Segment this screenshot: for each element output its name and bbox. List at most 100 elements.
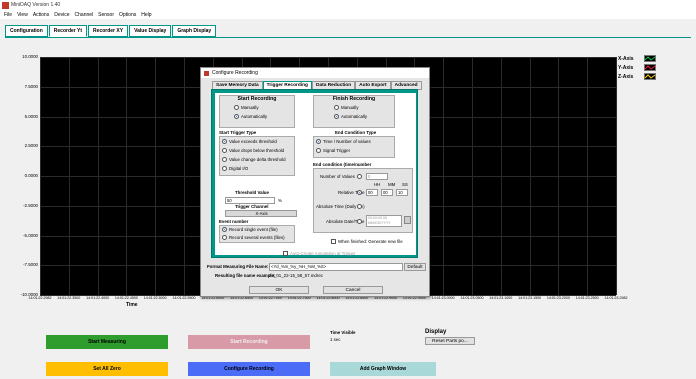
- type-delta-radio[interactable]: [222, 157, 227, 163]
- menu-device[interactable]: Device: [54, 12, 69, 18]
- threshold-label: Threshold Value: [235, 190, 269, 195]
- time-visible-value[interactable]: 1 sec: [330, 337, 341, 342]
- event-several-option[interactable]: Record several events (files): [222, 235, 285, 241]
- menu-file[interactable]: File: [4, 12, 12, 18]
- tab-configuration[interactable]: Configuration: [5, 25, 48, 37]
- ss-input[interactable]: 10: [396, 189, 408, 196]
- y-tick-label: 5.0000: [24, 113, 38, 119]
- window-title: MiniDAQ Version 1.40: [11, 2, 61, 8]
- type-drops-radio[interactable]: [222, 148, 227, 154]
- finish-auto-option[interactable]: Automatically: [334, 114, 367, 120]
- type-digital-radio[interactable]: [222, 166, 227, 172]
- start-manual-radio[interactable]: [234, 105, 239, 111]
- hh-input[interactable]: 00: [366, 189, 378, 196]
- event-single-radio[interactable]: [222, 227, 227, 233]
- type-drops-option[interactable]: Value drops below threshold: [222, 148, 285, 154]
- tab-graph-display[interactable]: Graph Display: [172, 25, 217, 37]
- cancel-button[interactable]: Cancel: [323, 286, 383, 294]
- y-tick-label: -7.5000: [23, 262, 38, 268]
- display-label: Display: [425, 329, 447, 335]
- menu-sensor[interactable]: Sensor: [98, 12, 114, 18]
- event-number-label: Event number: [219, 219, 249, 224]
- v-gridline: [558, 57, 560, 295]
- type-delta-option[interactable]: Value change delta threshold: [222, 157, 286, 163]
- start-auto-option[interactable]: Automatically: [234, 114, 267, 120]
- event-several-radio[interactable]: [222, 235, 227, 241]
- x-tick-label: 14:01:23.2982: [604, 296, 628, 300]
- start-measuring-button[interactable]: Start Measuring: [46, 335, 168, 349]
- abs-daily-radio[interactable]: [357, 204, 362, 209]
- x-tick-label: 14:01:22.5000: [143, 296, 167, 300]
- x-tick-label: 14:01:23.2000: [546, 296, 570, 300]
- type-exceeds-radio[interactable]: [222, 139, 227, 145]
- when-finished-checkbox[interactable]: [331, 239, 336, 245]
- event-single-label: Record single event (file): [229, 227, 278, 232]
- menu-help[interactable]: Help: [141, 12, 151, 18]
- start-recording-group: Start Recording Manually Automatically: [219, 95, 295, 128]
- autocreate-checkbox[interactable]: [283, 251, 288, 257]
- finish-auto-radio[interactable]: [334, 114, 339, 120]
- abs-datetime-input[interactable]: 00:00:00.00 MM/DD/YYYY: [366, 215, 402, 227]
- num-values-radio[interactable]: [357, 174, 362, 179]
- abs-time-value: 00:00:00.00: [368, 216, 387, 220]
- y-tick-label: -2.5000: [23, 202, 38, 208]
- mm-label: MM: [388, 182, 396, 187]
- configure-recording-button[interactable]: Configure Recording: [188, 362, 310, 376]
- format-input[interactable]: <Yd_%m_%y_%H_%M_%S>: [269, 263, 403, 271]
- cond-signal-radio[interactable]: [316, 148, 321, 154]
- cond-time-option[interactable]: Time / Number of values: [316, 139, 371, 145]
- cond-time-radio[interactable]: [316, 139, 321, 145]
- mm-input[interactable]: 00: [381, 189, 393, 196]
- tab-recorder-xy[interactable]: Recorder XY: [88, 25, 129, 37]
- y-tick-label: -5.0000: [23, 232, 38, 238]
- format-label: Format Measuring File Name:: [207, 264, 269, 269]
- type-exceeds-label: Value exceeds threshold: [229, 139, 277, 144]
- num-values-input[interactable]: 0: [366, 173, 388, 180]
- v-gridline: [500, 57, 502, 295]
- legend-z-swatch[interactable]: [644, 73, 656, 80]
- x-tick-label: 14:01:22.4500: [114, 296, 138, 300]
- start-manual-option[interactable]: Manually: [234, 105, 259, 111]
- abs-dt-radio[interactable]: [357, 219, 362, 224]
- trigger-channel-select[interactable]: X-Axis: [225, 210, 297, 217]
- event-single-option[interactable]: Record single event (file): [222, 227, 278, 233]
- cond-time-label: Time / Number of values: [323, 139, 371, 144]
- x-tick-label: 14:01:22.2982: [28, 296, 52, 300]
- autocreate-option[interactable]: Auto-Create Annotation at Trigger: [283, 251, 355, 257]
- type-digital-option[interactable]: Digital I/O: [222, 166, 248, 172]
- x-tick-label: 14:01:22.3500: [57, 296, 81, 300]
- finish-manual-option[interactable]: Manually: [334, 105, 359, 111]
- menu-options[interactable]: Options: [119, 12, 136, 18]
- end-condition-group: Number of Values 0 HH MM SS Relative Tim…: [313, 168, 413, 233]
- default-button[interactable]: Default: [404, 263, 426, 271]
- start-auto-radio[interactable]: [234, 114, 239, 120]
- add-graph-window-button[interactable]: Add Graph Window: [330, 362, 436, 376]
- abs-date-value: MM/DD/YYYY: [368, 221, 391, 225]
- legend-y-swatch[interactable]: [644, 64, 656, 71]
- relative-time-radio[interactable]: [357, 190, 362, 195]
- v-gridline: [40, 57, 41, 295]
- type-exceeds-option[interactable]: Value exceeds threshold: [222, 139, 277, 145]
- calendar-icon[interactable]: [404, 216, 411, 224]
- tab-recorder-yt[interactable]: Recorder Yt: [48, 25, 88, 37]
- v-gridline: [97, 57, 99, 295]
- y-tick-label: 7.5000: [24, 83, 38, 89]
- menu-channel[interactable]: Channel: [75, 12, 94, 18]
- type-drops-label: Value drops below threshold: [229, 148, 285, 153]
- set-all-zero-button[interactable]: Set All Zero: [46, 362, 168, 376]
- threshold-input[interactable]: 50: [225, 197, 275, 204]
- start-recording-button[interactable]: Start Recording: [188, 335, 310, 349]
- ok-button[interactable]: OK: [249, 286, 309, 294]
- menu-actions[interactable]: Actions: [33, 12, 49, 18]
- when-finished-option[interactable]: When finished: Generate new file: [331, 239, 403, 245]
- finish-manual-radio[interactable]: [334, 105, 339, 111]
- menu-view[interactable]: View: [17, 12, 28, 18]
- cond-signal-option[interactable]: Signal Trigger: [316, 148, 350, 154]
- legend-x-swatch[interactable]: [644, 55, 656, 62]
- finish-manual-label: Manually: [341, 105, 359, 110]
- finish-recording-group: Finish Recording Manually Automatically: [313, 95, 395, 128]
- trigger-channel-label: Trigger Channel: [235, 204, 269, 209]
- reset-parts-button[interactable]: Reset Parts po...: [425, 337, 475, 345]
- tab-value-display[interactable]: Value Display: [129, 25, 172, 37]
- example-value: 24_01_22-15_58_57.mdrec: [269, 273, 323, 278]
